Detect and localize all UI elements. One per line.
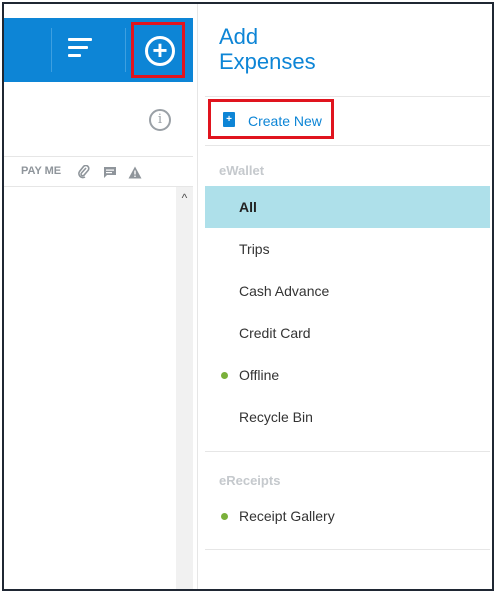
info-row: i <box>4 96 193 157</box>
scroll-up-arrow[interactable]: ^ <box>176 191 193 205</box>
status-dot <box>221 513 228 520</box>
info-icon[interactable]: i <box>149 109 171 131</box>
paperclip-icon <box>78 165 90 179</box>
plus-circle-icon: + <box>145 36 175 66</box>
ewallet-item-cash-advance[interactable]: Cash Advance <box>205 270 490 312</box>
pay-me-column-label[interactable]: PAY ME <box>21 165 61 177</box>
toolbar-divider <box>125 28 126 72</box>
ewallet-item-credit-card[interactable]: Credit Card <box>205 312 490 354</box>
column-header: PAY ME <box>4 156 193 187</box>
item-label: All <box>239 199 257 215</box>
ewallet-item-all[interactable]: All <box>205 186 490 228</box>
item-label: Credit Card <box>239 325 311 341</box>
item-label: Recycle Bin <box>239 409 313 425</box>
ewallet-item-trips[interactable]: Trips <box>205 228 490 270</box>
item-label: Receipt Gallery <box>239 508 335 524</box>
item-label: Offline <box>239 367 280 383</box>
expense-list-panel: + i PAY ME ^ <box>4 4 198 589</box>
ewallet-section-label: eWallet <box>219 163 265 178</box>
comment-icon <box>104 167 116 178</box>
panel-title: Add Expenses <box>219 24 316 74</box>
toolbar-divider <box>51 28 52 72</box>
sort-line-icon <box>68 38 92 41</box>
item-label: Trips <box>239 241 270 257</box>
ewallet-item-offline[interactable]: Offline <box>205 354 490 396</box>
sort-line-icon <box>68 54 81 57</box>
sort-line-icon <box>68 46 88 49</box>
create-new-row: Create New <box>205 96 490 146</box>
title-line: Add <box>219 24 259 49</box>
section-divider <box>205 549 490 550</box>
create-new-button[interactable]: Create New <box>208 99 334 139</box>
status-dot <box>221 372 228 379</box>
ewallet-item-recycle-bin[interactable]: Recycle Bin <box>205 396 490 438</box>
warning-icon <box>128 166 142 179</box>
add-expenses-panel: Add Expenses Create New eWallet All Trip… <box>205 4 490 589</box>
section-divider <box>205 451 490 452</box>
list-scrollbar[interactable]: ^ <box>176 187 193 589</box>
create-new-label: Create New <box>248 113 322 129</box>
new-document-icon <box>223 112 235 127</box>
item-label: Cash Advance <box>239 283 330 299</box>
title-line: Expenses <box>219 49 316 74</box>
ereceipts-item-receipt-gallery[interactable]: Receipt Gallery <box>205 495 490 537</box>
add-expense-button[interactable]: + <box>131 22 185 78</box>
app-frame: + i PAY ME ^ Add Expenses + Create New e… <box>2 2 494 591</box>
ereceipts-section-label: eReceipts <box>219 473 281 488</box>
top-toolbar: + <box>4 18 193 82</box>
sort-button[interactable] <box>68 38 100 64</box>
